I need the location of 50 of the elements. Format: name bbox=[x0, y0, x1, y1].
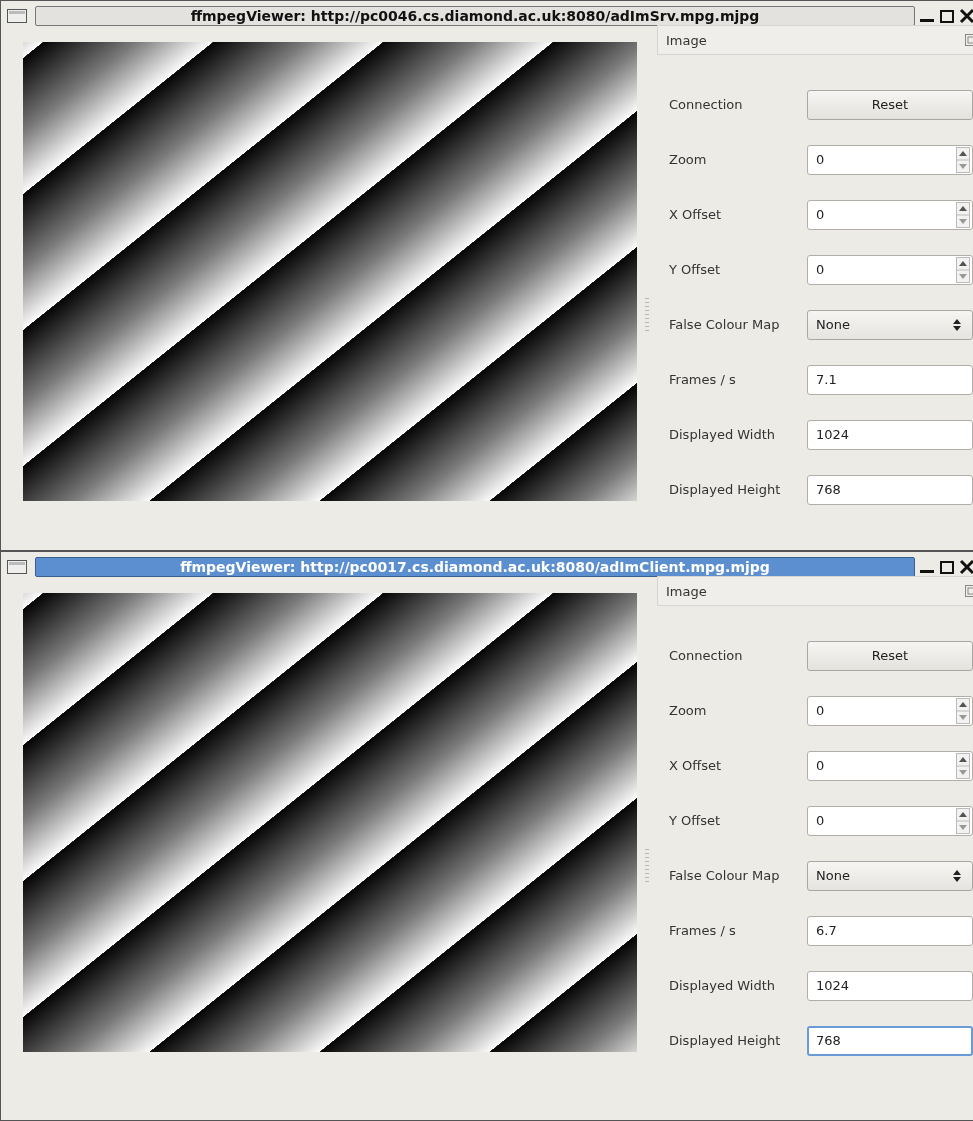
panel-title: Image bbox=[666, 583, 707, 599]
dropdown[interactable]: None bbox=[807, 860, 973, 891]
spin-arrows-icon[interactable] bbox=[956, 697, 970, 724]
spin-box[interactable]: 0 bbox=[807, 750, 973, 781]
input-field[interactable]: 1024 bbox=[807, 419, 973, 450]
spin-arrows-icon[interactable] bbox=[956, 256, 970, 283]
input-field[interactable]: 7.1 bbox=[807, 364, 973, 395]
field-label: Frames / s bbox=[669, 372, 737, 387]
spin-arrows-icon[interactable] bbox=[956, 807, 970, 834]
spin-box[interactable]: 0 bbox=[807, 805, 973, 836]
window-title: ffmpegViewer: http://pc0017.cs.diamond.ac.uk:8080/adImClient.mpg.mjpg bbox=[35, 557, 915, 577]
field-label: Connection bbox=[669, 97, 744, 112]
input-field[interactable]: 1024 bbox=[807, 970, 973, 1001]
updown-icon bbox=[952, 317, 962, 332]
panel-title: Image bbox=[666, 32, 707, 48]
field-label: Y Offset bbox=[669, 813, 722, 828]
spin-box[interactable]: 0 bbox=[807, 199, 973, 230]
field-label: Y Offset bbox=[669, 262, 722, 277]
field-label: Zoom bbox=[669, 703, 708, 718]
maximize-icon[interactable] bbox=[939, 8, 955, 24]
field-label: Connection bbox=[669, 648, 744, 663]
field-label: Zoom bbox=[669, 152, 708, 167]
window-menu-icon[interactable] bbox=[7, 560, 27, 574]
window-title: ffmpegViewer: http://pc0046.cs.diamond.ac.uk:8080/adImSrv.mpg.mjpg bbox=[35, 6, 915, 26]
reset-button[interactable]: Reset bbox=[807, 640, 973, 671]
close-icon[interactable] bbox=[959, 559, 973, 575]
field-label: False Colour Map bbox=[669, 868, 781, 883]
input-field[interactable]: 768 bbox=[807, 1025, 973, 1056]
field-label: X Offset bbox=[669, 758, 723, 773]
field-label: Displayed Width bbox=[669, 978, 777, 993]
input-field[interactable]: 6.7 bbox=[807, 915, 973, 946]
window-menu-icon[interactable] bbox=[7, 9, 27, 23]
spin-box[interactable]: 0 bbox=[807, 695, 973, 726]
dropdown[interactable]: None bbox=[807, 309, 973, 340]
spin-arrows-icon[interactable] bbox=[956, 752, 970, 779]
maximize-icon[interactable] bbox=[939, 559, 955, 575]
spin-arrows-icon[interactable] bbox=[956, 201, 970, 228]
updown-icon bbox=[952, 868, 962, 883]
spin-box[interactable]: 0 bbox=[807, 144, 973, 175]
field-label: Displayed Height bbox=[669, 482, 782, 497]
input-field[interactable]: 768 bbox=[807, 474, 973, 505]
field-label: X Offset bbox=[669, 207, 723, 222]
spin-box[interactable]: 0 bbox=[807, 254, 973, 285]
close-icon[interactable] bbox=[959, 8, 973, 24]
reset-button[interactable]: Reset bbox=[807, 89, 973, 120]
field-label: Displayed Height bbox=[669, 1033, 782, 1048]
field-label: Displayed Width bbox=[669, 427, 777, 442]
field-label: False Colour Map bbox=[669, 317, 781, 332]
field-label: Frames / s bbox=[669, 923, 737, 938]
spin-arrows-icon[interactable] bbox=[956, 146, 970, 173]
